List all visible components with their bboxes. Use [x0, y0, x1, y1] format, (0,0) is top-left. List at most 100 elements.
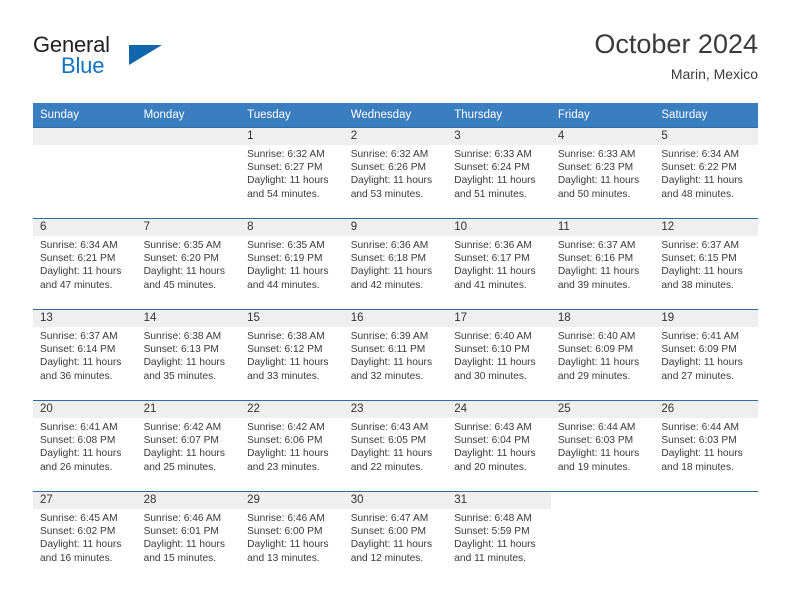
calendar-day-cell[interactable]: 23 Sunrise: 6:43 AM Sunset: 6:05 PM Dayligh… — [343, 400, 448, 492]
calendar-week-row: 27 Sunrise: 6:45 AM Sunset: 6:02 PM Dayligh… — [33, 491, 758, 582]
calendar-header-row: Sunday Monday Tuesday Wednesday Thursday… — [33, 103, 758, 128]
day-number: 30 — [343, 492, 448, 509]
daylight-duration-line2: and 53 minutes. — [350, 188, 424, 200]
daylight-duration-line2: and 38 minutes. — [661, 279, 734, 291]
calendar-day-cell[interactable]: 7 Sunrise: 6:35 AM Sunset: 6:20 PM Daylight… — [136, 218, 241, 310]
daylight-duration-line2: and 29 minutes. — [557, 370, 631, 382]
calendar-day-cell[interactable]: 29 Sunrise: 6:46 AM Sunset: 6:00 PM Dayligh… — [240, 491, 344, 582]
day-cell-inner: 1 Sunrise: 6:32 AM Sunset: 6:27 PM Daylight… — [240, 128, 344, 218]
day-number: 28 — [136, 492, 241, 509]
calendar-day-cell[interactable]: 16 Sunrise: 6:39 AM Sunset: 6:11 PM Dayligh… — [343, 309, 448, 401]
day-number — [550, 492, 655, 509]
calendar-day-cell[interactable]: 1 Sunrise: 6:32 AM Sunset: 6:27 PM Daylight… — [240, 127, 344, 219]
daylight-duration-line2: and 35 minutes. — [143, 370, 217, 382]
sunrise-time: Sunrise: 6:32 AM — [350, 149, 429, 160]
daylight-duration-line2: and 39 minutes. — [557, 279, 631, 291]
calendar-day-cell[interactable]: 14 Sunrise: 6:38 AM Sunset: 6:13 PM Dayligh… — [136, 309, 241, 401]
page-title: October 2024 — [594, 29, 758, 59]
daylight-duration-line1: Daylight: 11 hours — [454, 357, 536, 369]
daylight-duration-line1: Daylight: 11 hours — [40, 448, 122, 460]
calendar-day-cell[interactable]: 9 Sunrise: 6:36 AM Sunset: 6:18 PM Daylight… — [343, 218, 448, 310]
calendar-day-cell[interactable]: 15 Sunrise: 6:38 AM Sunset: 6:12 PM Dayligh… — [240, 309, 344, 401]
calendar-day-cell[interactable]: 6 Sunrise: 6:34 AM Sunset: 6:21 PM Daylight… — [33, 218, 137, 310]
calendar-day-cell[interactable]: 11 Sunrise: 6:37 AM Sunset: 6:16 PM Dayligh… — [550, 218, 655, 310]
day-number: 9 — [343, 219, 448, 236]
calendar-day-cell[interactable]: 26 Sunrise: 6:44 AM Sunset: 6:03 PM Dayligh… — [654, 400, 758, 492]
day-number — [33, 128, 137, 145]
day-number: 29 — [240, 492, 344, 509]
calendar-day-cell[interactable]: 17 Sunrise: 6:40 AM Sunset: 6:10 PM Dayligh… — [447, 309, 551, 401]
day-details: Sunrise: 6:36 AM Sunset: 6:17 PM Daylight:… — [447, 236, 551, 292]
day-cell-inner: 22 Sunrise: 6:42 AM Sunset: 6:06 PM Dayligh… — [240, 401, 344, 491]
calendar-day-cell[interactable]: 13 Sunrise: 6:37 AM Sunset: 6:14 PM Dayligh… — [33, 309, 137, 401]
title-block: October 2024 Marin, Mexico — [594, 28, 758, 84]
calendar-week-row: 20 Sunrise: 6:41 AM Sunset: 6:08 PM Dayligh… — [33, 400, 758, 492]
day-cell-inner: 27 Sunrise: 6:45 AM Sunset: 6:02 PM Dayligh… — [33, 492, 137, 582]
calendar-day-cell[interactable]: 3 Sunrise: 6:33 AM Sunset: 6:24 PM Daylight… — [447, 127, 551, 219]
sunrise-time: Sunrise: 6:38 AM — [247, 331, 325, 342]
daylight-duration-line1: Daylight: 11 hours — [557, 357, 640, 369]
month-calendar-table: Sunday Monday Tuesday Wednesday Thursday… — [33, 103, 758, 582]
calendar-day-cell[interactable]: 28 Sunrise: 6:46 AM Sunset: 6:01 PM Dayligh… — [136, 491, 241, 582]
day-number: 3 — [447, 128, 551, 145]
calendar-day-cell[interactable]: 27 Sunrise: 6:45 AM Sunset: 6:02 PM Dayligh… — [33, 491, 137, 582]
sunset-time: Sunset: 6:00 PM — [247, 526, 323, 538]
daylight-duration-line1: Daylight: 11 hours — [247, 448, 329, 460]
calendar-week-row: 6 Sunrise: 6:34 AM Sunset: 6:21 PM Daylight… — [33, 218, 758, 310]
sunrise-time: Sunrise: 6:36 AM — [454, 240, 532, 251]
calendar-day-cell[interactable]: 22 Sunrise: 6:42 AM Sunset: 6:06 PM Dayligh… — [240, 400, 344, 492]
day-cell-inner: 17 Sunrise: 6:40 AM Sunset: 6:10 PM Dayligh… — [447, 310, 551, 400]
day-number: 1 — [240, 128, 344, 145]
day-number: 31 — [447, 492, 551, 509]
calendar-day-cell[interactable]: 12 Sunrise: 6:37 AM Sunset: 6:15 PM Dayligh… — [654, 218, 758, 310]
sunset-time: Sunset: 6:14 PM — [40, 344, 116, 356]
daylight-duration-line1: Daylight: 11 hours — [40, 539, 122, 551]
calendar-day-cell[interactable]: 31 Sunrise: 6:48 AM Sunset: 5:59 PM Dayligh… — [447, 491, 551, 582]
day-details: Sunrise: 6:46 AM Sunset: 6:01 PM Daylight:… — [137, 509, 241, 565]
day-cell-inner: 7 Sunrise: 6:35 AM Sunset: 6:20 PM Daylight… — [136, 219, 241, 309]
sunrise-time: Sunrise: 6:35 AM — [143, 240, 222, 251]
calendar-day-cell[interactable]: 5 Sunrise: 6:34 AM Sunset: 6:22 PM Daylight… — [654, 127, 758, 219]
daylight-duration-line2: and 45 minutes. — [143, 279, 217, 291]
sunrise-time: Sunrise: 6:46 AM — [143, 513, 222, 524]
calendar-day-cell[interactable]: 21 Sunrise: 6:42 AM Sunset: 6:07 PM Dayligh… — [136, 400, 241, 492]
day-details: Sunrise: 6:45 AM Sunset: 6:02 PM Daylight:… — [33, 509, 137, 565]
daylight-duration-line1: Daylight: 11 hours — [40, 266, 122, 278]
daylight-duration-line2: and 27 minutes. — [661, 370, 734, 382]
day-details: Sunrise: 6:33 AM Sunset: 6:24 PM Daylight:… — [447, 145, 551, 201]
sunset-time: Sunset: 6:22 PM — [661, 162, 737, 174]
sunset-time: Sunset: 6:19 PM — [247, 253, 323, 265]
daylight-duration-line2: and 18 minutes. — [661, 461, 734, 473]
calendar-day-cell[interactable]: 19 Sunrise: 6:41 AM Sunset: 6:09 PM Dayligh… — [654, 309, 758, 401]
calendar-day-cell[interactable]: 2 Sunrise: 6:32 AM Sunset: 6:26 PM Daylight… — [343, 127, 448, 219]
calendar-day-cell[interactable]: 4 Sunrise: 6:33 AM Sunset: 6:23 PM Daylight… — [550, 127, 655, 219]
calendar-day-cell[interactable]: 8 Sunrise: 6:35 AM Sunset: 6:19 PM Daylight… — [240, 218, 344, 310]
day-details: Sunrise: 6:35 AM Sunset: 6:19 PM Daylight:… — [240, 236, 344, 292]
sunset-time: Sunset: 6:01 PM — [143, 526, 219, 538]
day-cell-inner: 21 Sunrise: 6:42 AM Sunset: 6:07 PM Dayligh… — [136, 401, 241, 491]
sunset-time: Sunset: 6:03 PM — [557, 435, 634, 447]
daylight-duration-line2: and 25 minutes. — [143, 461, 217, 473]
sunset-time: Sunset: 6:27 PM — [247, 162, 323, 174]
day-details: Sunrise: 6:32 AM Sunset: 6:26 PM Daylight:… — [344, 145, 448, 201]
calendar-day-cell[interactable]: 10 Sunrise: 6:36 AM Sunset: 6:17 PM Dayligh… — [447, 218, 551, 310]
calendar-day-cell[interactable]: 30 Sunrise: 6:47 AM Sunset: 6:00 PM Dayligh… — [343, 491, 448, 582]
calendar-day-cell[interactable]: 20 Sunrise: 6:41 AM Sunset: 6:08 PM Dayligh… — [33, 400, 137, 492]
sunset-time: Sunset: 6:20 PM — [143, 253, 219, 265]
daylight-duration-line2: and 32 minutes. — [350, 370, 424, 382]
calendar-day-cell[interactable]: 25 Sunrise: 6:44 AM Sunset: 6:03 PM Dayligh… — [550, 400, 655, 492]
general-blue-logo[interactable]: General Blue — [33, 32, 253, 88]
sunrise-time: Sunrise: 6:42 AM — [247, 422, 325, 433]
day-number: 13 — [33, 310, 137, 327]
daylight-duration-line2: and 48 minutes. — [661, 188, 734, 200]
sunset-time: Sunset: 6:09 PM — [557, 344, 634, 356]
day-details: Sunrise: 6:37 AM Sunset: 6:14 PM Daylight:… — [33, 327, 137, 383]
sunset-time: Sunset: 6:13 PM — [143, 344, 219, 356]
day-cell-inner: 29 Sunrise: 6:46 AM Sunset: 6:00 PM Dayligh… — [240, 492, 344, 582]
sunset-time: Sunset: 6:26 PM — [350, 162, 427, 174]
day-number: 14 — [136, 310, 241, 327]
sunset-time: Sunset: 6:08 PM — [40, 435, 116, 447]
day-details: Sunrise: 6:42 AM Sunset: 6:06 PM Daylight:… — [240, 418, 344, 474]
calendar-day-cell[interactable]: 18 Sunrise: 6:40 AM Sunset: 6:09 PM Dayligh… — [550, 309, 655, 401]
calendar-day-cell[interactable]: 24 Sunrise: 6:43 AM Sunset: 6:04 PM Dayligh… — [447, 400, 551, 492]
